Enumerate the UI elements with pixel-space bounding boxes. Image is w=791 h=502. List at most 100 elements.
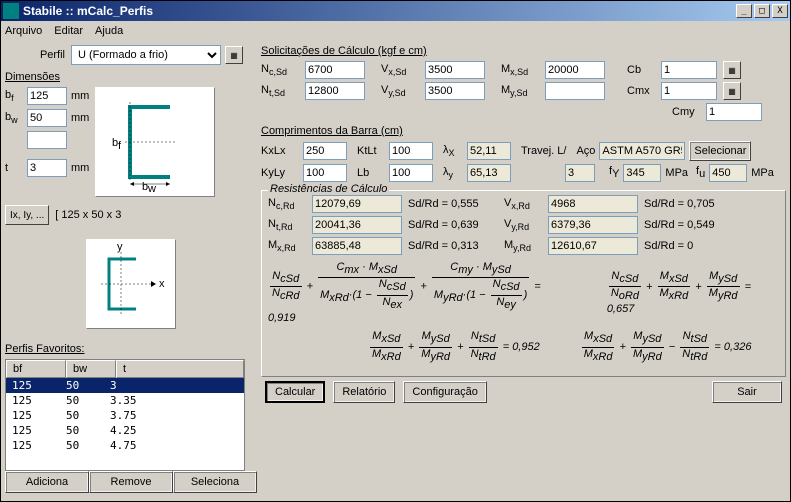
sdrd2: Sd/Rd = 0,639: [408, 219, 498, 231]
formula-3: MxSdMxRd + MySdMyRd + NtSdNtRd = 0,952: [368, 330, 540, 364]
t-input[interactable]: [27, 159, 67, 177]
cb-label: Cb: [627, 64, 655, 76]
ntrd-label: Nt,Rd: [268, 218, 306, 232]
favs-title: Perfis Favoritos:: [5, 343, 257, 355]
bw-input[interactable]: [27, 109, 67, 127]
lambday-label: λy: [443, 166, 463, 180]
minimize-button[interactable]: _: [736, 4, 752, 18]
vysd-input[interactable]: [425, 82, 485, 100]
menu-ajuda[interactable]: Ajuda: [95, 25, 123, 37]
ntsd-input[interactable]: [305, 82, 365, 100]
ncsd-label: Nc,Sd: [261, 63, 299, 77]
lb-input[interactable]: [389, 164, 433, 182]
travej-input: [565, 164, 595, 182]
extra-input[interactable]: [27, 131, 67, 149]
kyly-input[interactable]: [303, 164, 347, 182]
kyly-label: KyLy: [261, 167, 299, 179]
cmx-label: Cmx: [627, 85, 655, 97]
menu-editar[interactable]: Editar: [54, 25, 83, 37]
config-button[interactable]: Configuração: [403, 381, 486, 403]
solicitacoes-title: Solicitações de Cálculo (kgf e cm): [261, 45, 786, 57]
svg-text:f: f: [118, 140, 122, 152]
cmx-input[interactable]: [661, 82, 717, 100]
bw-label: bw: [5, 111, 27, 125]
ncrd-label: Nc,Rd: [268, 197, 306, 211]
fav-header: bf bw t: [6, 360, 244, 378]
selecionar-button[interactable]: Selecionar: [689, 141, 751, 161]
fav-table[interactable]: bf bw t 125503125503.35125503.75125504.2…: [5, 359, 245, 471]
kxlx-input[interactable]: [303, 142, 347, 160]
vyrd-output: [548, 216, 638, 234]
aco-label: Aço: [576, 145, 595, 157]
maximize-button[interactable]: □: [754, 4, 770, 18]
resistencias-title: Resistências de Cálculo: [268, 183, 389, 195]
table-row[interactable]: 125503.75: [6, 408, 244, 423]
window-title: Stabile :: mCalc_Perfis: [23, 4, 734, 18]
t-unit: mm: [71, 162, 89, 174]
calcular-button[interactable]: Calcular: [265, 381, 325, 403]
menubar: Arquivo Editar Ajuda: [1, 21, 790, 41]
fy-unit: MPa: [665, 167, 688, 179]
sdrd4: Sd/Rd = 0,705: [644, 198, 734, 210]
vxrd-output: [548, 195, 638, 213]
mxsd-label: Mx,Sd: [501, 63, 539, 77]
sdrd5: Sd/Rd = 0,549: [644, 219, 734, 231]
vxrd-label: Vx,Rd: [504, 197, 542, 211]
sair-button[interactable]: Sair: [712, 381, 782, 403]
mysd-label: My,Sd: [501, 84, 539, 98]
formula-4: MxSdMxRd + MySdMyRd − NtSdNtRd = 0,326: [580, 330, 752, 364]
cb-input[interactable]: [661, 61, 717, 79]
bf-input[interactable]: [27, 87, 67, 105]
perfil-select[interactable]: U (Formado a frio): [71, 45, 221, 65]
vxsd-input[interactable]: [425, 61, 485, 79]
perfil-label: Perfil: [5, 49, 65, 61]
lambdax-output: [467, 142, 511, 160]
cmx-calc-button[interactable]: ▦: [723, 82, 741, 100]
app-icon: [3, 3, 19, 19]
mxrd-label: Mx,Rd: [268, 239, 306, 253]
t-label: t: [5, 162, 27, 174]
props-text: [ 125 x 50 x 3: [55, 209, 121, 221]
svg-text:w: w: [147, 183, 156, 192]
cmy-input[interactable]: [706, 103, 762, 121]
fu-unit: MPa: [751, 167, 774, 179]
ktlt-input[interactable]: [389, 142, 433, 160]
fav-add-button[interactable]: Adiciona: [5, 471, 89, 493]
menu-arquivo[interactable]: Arquivo: [5, 25, 42, 37]
travej-label: Travej. L/: [521, 145, 566, 157]
ktlt-label: KtLt: [357, 145, 385, 157]
bw-unit: mm: [71, 112, 89, 124]
lambdax-label: λX: [443, 144, 463, 158]
mxrd-output: [312, 237, 402, 255]
sdrd1: Sd/Rd = 0,555: [408, 198, 498, 210]
fy-label: fY: [609, 165, 619, 180]
props-button[interactable]: Ix, Iy, ...: [5, 205, 49, 225]
table-row[interactable]: 125503: [6, 378, 244, 393]
ntsd-label: Nt,Sd: [261, 84, 299, 98]
table-row[interactable]: 125503.35: [6, 393, 244, 408]
vxsd-label: Vx,Sd: [381, 63, 419, 77]
perfil-color-button[interactable]: ▦: [225, 46, 243, 64]
cmy-label: Cmy: [672, 106, 700, 118]
myrd-output: [548, 237, 638, 255]
table-row[interactable]: 125504.25: [6, 423, 244, 438]
close-button[interactable]: X: [772, 4, 788, 18]
cb-calc-button[interactable]: ▦: [723, 61, 741, 79]
bf-unit: mm: [71, 90, 89, 102]
ncsd-input[interactable]: [305, 61, 365, 79]
table-row[interactable]: 125504.75: [6, 438, 244, 453]
fav-remove-button[interactable]: Remove: [89, 471, 173, 493]
mxsd-input[interactable]: [545, 61, 605, 79]
svg-text:x: x: [159, 278, 165, 290]
fav-select-button[interactable]: Seleciona: [173, 471, 257, 493]
vysd-label: Vy,Sd: [381, 84, 419, 98]
sdrd3: Sd/Rd = 0,313: [408, 240, 498, 252]
mysd-input[interactable]: [545, 82, 605, 100]
myrd-label: My,Rd: [504, 239, 542, 253]
fy-output: [623, 164, 661, 182]
relatorio-button[interactable]: Relatório: [333, 381, 395, 403]
ncrd-output: [312, 195, 402, 213]
lb-label: Lb: [357, 167, 385, 179]
svg-text:y: y: [117, 244, 123, 253]
profile-diagram: bf bw: [95, 87, 215, 197]
